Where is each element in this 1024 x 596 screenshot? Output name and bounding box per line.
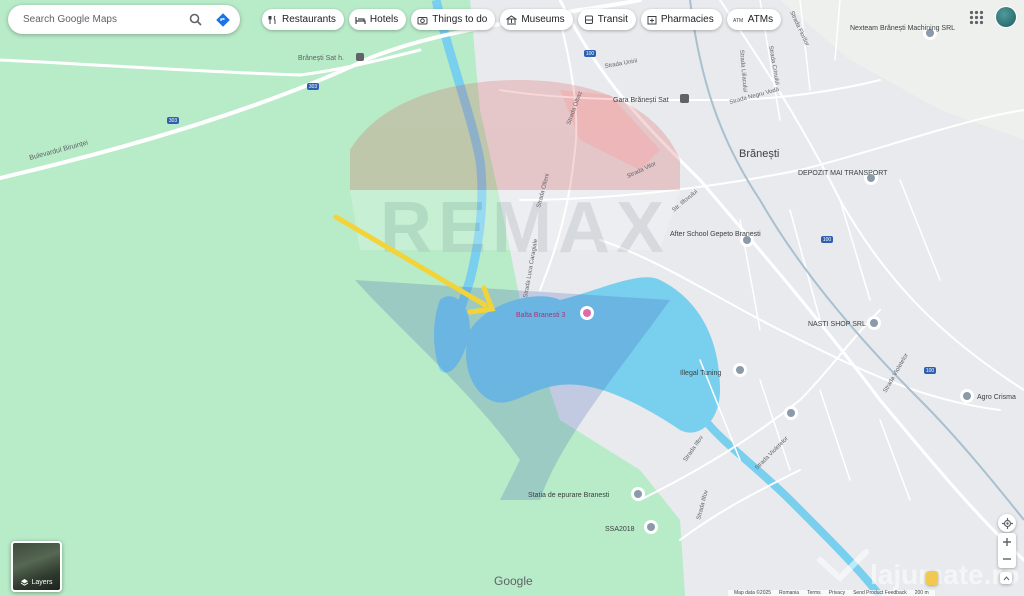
svg-text:303: 303 — [169, 118, 178, 124]
poi-statia: Statia de epurare Branesti — [528, 492, 610, 499]
map-footer: Map data ©2025 Romania Terms Privacy Sen… — [728, 590, 935, 596]
google-logo: Google — [494, 574, 533, 588]
poi-ssa: SSA2018 — [605, 526, 635, 533]
chip-label: Restaurants — [282, 14, 336, 25]
poi-depozit: DEPOZIT MAI TRANSPORT — [798, 170, 888, 177]
scale-bar[interactable]: 200 m — [915, 590, 929, 596]
map-data-credit: Map data ©2025 — [734, 590, 772, 596]
chip-label: Pharmacies — [660, 14, 714, 25]
terms-link[interactable]: Terms — [807, 590, 821, 596]
my-location-icon — [1001, 517, 1013, 529]
bus-icon — [584, 15, 593, 24]
svg-text:100: 100 — [586, 51, 595, 57]
museum-icon — [506, 14, 518, 24]
poi-tuning: Illegal Tuning — [680, 370, 721, 377]
chip-label: Transit — [597, 14, 628, 25]
feedback-link[interactable]: Send Product Feedback — [853, 590, 907, 596]
svg-text:100: 100 — [823, 237, 832, 243]
category-chips: Restaurants Hotels Things to do Museums … — [262, 9, 782, 30]
poi-nexteam: Nexteam Brănești Machining SRL — [850, 25, 955, 32]
svg-text:100: 100 — [926, 368, 935, 374]
bus-marker — [356, 53, 364, 61]
zoom-out-button[interactable] — [1003, 551, 1011, 568]
atm-icon: ATM — [733, 18, 743, 24]
avatar[interactable] — [996, 7, 1016, 27]
plus-icon — [1003, 538, 1011, 546]
privacy-link[interactable]: Privacy — [829, 590, 845, 596]
fork-knife-icon — [268, 15, 276, 24]
chip-label: ATMs — [747, 14, 774, 25]
poi-agro: Agro Crisma — [977, 394, 1016, 401]
my-location-button[interactable] — [998, 514, 1016, 532]
town-label: Brănești — [739, 148, 779, 160]
expand-button[interactable] — [1000, 572, 1012, 584]
chip-label: Things to do — [432, 14, 488, 25]
chip-museums[interactable]: Museums — [500, 9, 573, 30]
chip-restaurants[interactable]: Restaurants — [262, 9, 344, 30]
poi-after-school: After School Gepeto Branesti — [670, 231, 761, 238]
layers-label: Layers — [31, 579, 53, 586]
poi-gara: Gara Brănești Sat — [613, 97, 669, 104]
chip-things-to-do[interactable]: Things to do — [411, 9, 496, 30]
poi-balta: Balta Branesti 3 — [516, 312, 566, 319]
svg-text:ATM: ATM — [733, 18, 743, 24]
camera-icon — [417, 16, 428, 24]
svg-text:lajumate.ro: lajumate.ro — [870, 559, 1019, 590]
transit-marker — [680, 94, 689, 103]
poi-nasti: NASTI SHOP SRL — [808, 321, 866, 328]
chip-transit[interactable]: Transit — [577, 9, 636, 30]
remax-logo-text: REMAX — [380, 188, 670, 268]
directions-icon[interactable] — [212, 9, 234, 31]
pharmacy-icon — [647, 15, 657, 24]
chip-label: Hotels — [369, 14, 399, 25]
layers-icon — [21, 579, 29, 586]
zoom-in-button[interactable] — [1003, 534, 1011, 551]
chip-label: Museums — [521, 14, 565, 25]
bed-icon — [355, 16, 366, 24]
search-box[interactable]: Search Google Maps — [8, 5, 240, 34]
search-icon[interactable] — [184, 9, 206, 31]
chip-atms[interactable]: ATM ATMs — [726, 9, 782, 30]
chip-hotels[interactable]: Hotels — [348, 9, 407, 30]
apps-grid-icon[interactable] — [969, 10, 984, 25]
chip-pharmacies[interactable]: Pharmacies — [640, 9, 722, 30]
minus-icon — [1003, 558, 1011, 560]
search-input[interactable]: Search Google Maps — [23, 14, 184, 25]
svg-text:303: 303 — [309, 84, 318, 90]
layers-button[interactable]: Layers — [11, 541, 62, 592]
chevron-up-icon — [1003, 575, 1009, 580]
zoom-controls — [998, 533, 1016, 568]
street-view-pegman[interactable] — [926, 571, 938, 585]
map-canvas[interactable]: REMAX 303 303 100 100 100 Brănești Bulev… — [0, 0, 1024, 596]
region-link[interactable]: Romania — [779, 590, 799, 596]
road-label-branesti-sat: Brănești Sat h. — [298, 55, 344, 62]
